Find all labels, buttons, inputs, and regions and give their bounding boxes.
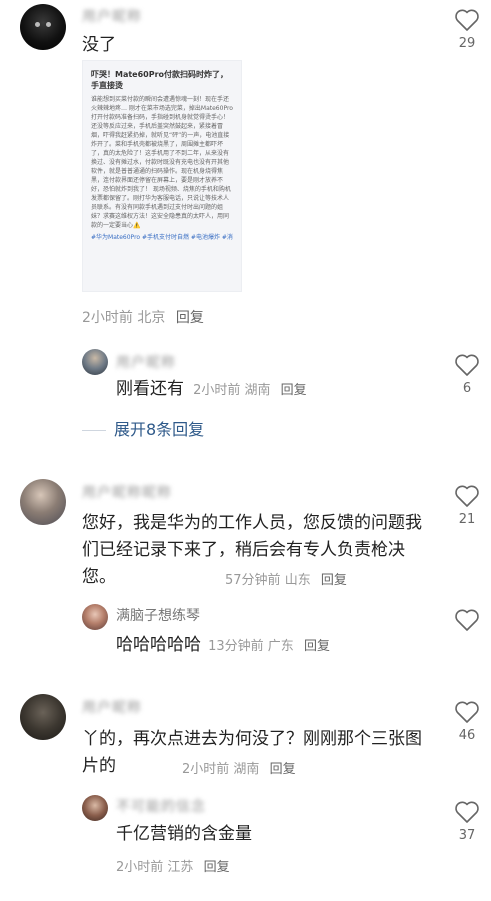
comment-time: 2小时前	[82, 310, 133, 326]
avatar[interactable]	[82, 795, 108, 821]
username[interactable]: 用户昵称	[82, 6, 142, 26]
like-button[interactable]	[452, 608, 482, 632]
like-button[interactable]: 37	[452, 800, 482, 843]
comment-meta: 2小时前 湖南 回复	[182, 758, 296, 777]
reply-time: 2小时前	[193, 383, 241, 398]
heart-icon	[455, 801, 479, 823]
username[interactable]: 用户昵称昵称	[82, 482, 172, 502]
post-body: 谁能想到买菜付款的瞬间会遭遇惊魂一刻！现在手还火辣辣地疼… 刚才在菜市场选完菜，…	[91, 96, 233, 229]
comment-time: 2小时前	[182, 762, 230, 777]
like-count: 21	[458, 512, 476, 527]
reply-button[interactable]: 回复	[270, 762, 296, 777]
heart-icon	[455, 485, 479, 507]
like-button[interactable]: 46	[452, 700, 482, 743]
like-button[interactable]: 6	[452, 353, 482, 396]
reply-button[interactable]: 回复	[321, 573, 347, 588]
reply-button[interactable]: 回复	[176, 310, 204, 326]
post-screenshot-image[interactable]: 吓哭！Mate60Pro付款扫码时炸了，手直接烫 谁能想到买菜付款的瞬间会遭遇惊…	[82, 60, 242, 292]
comment-location: 湖南	[233, 762, 260, 777]
heart-icon	[455, 9, 479, 31]
avatar[interactable]	[20, 694, 66, 740]
post-title: 吓哭！Mate60Pro付款扫码时炸了，手直接烫	[91, 70, 229, 90]
reply-text: 刚看还有	[116, 379, 184, 399]
like-button[interactable]: 29	[452, 8, 482, 51]
like-count: 46	[458, 728, 476, 743]
heart-icon	[455, 609, 479, 631]
comment-text: 没了	[82, 35, 116, 55]
reply-text: 哈哈哈哈哈	[116, 635, 201, 655]
reply-text: 千亿营销的含金量	[116, 824, 252, 844]
reply-time: 2小时前	[116, 860, 164, 875]
reply-time: 13分钟前	[208, 639, 264, 654]
username[interactable]: 用户昵称	[82, 697, 142, 717]
reply-location: 广东	[267, 639, 294, 654]
reply-meta: 2小时前 江苏 回复	[116, 856, 230, 875]
heart-icon	[455, 701, 479, 723]
like-count: 37	[458, 828, 476, 843]
reply-row: 哈哈哈哈哈 13分钟前 广东 回复	[116, 632, 330, 659]
avatar[interactable]	[20, 479, 66, 525]
username[interactable]: 满脑子想练琴	[116, 605, 200, 625]
reply-location: 江苏	[167, 860, 194, 875]
reply-location: 湖南	[244, 383, 271, 398]
reply-button[interactable]: 回复	[281, 383, 307, 398]
comment-location: 北京	[137, 310, 166, 326]
username[interactable]: 不可能的信念	[116, 796, 206, 816]
comment-location: 山东	[284, 573, 311, 588]
post-tags: #华为Mate60Pro #手机支付时自燃 #电池爆炸 #消	[91, 234, 233, 241]
divider	[82, 430, 106, 431]
reply-button[interactable]: 回复	[204, 860, 230, 875]
like-count: 6	[462, 381, 472, 396]
expand-replies-button[interactable]: 展开8条回复	[82, 416, 204, 440]
expand-replies-label: 展开8条回复	[114, 420, 205, 439]
avatar[interactable]	[82, 604, 108, 630]
avatar[interactable]	[20, 4, 66, 50]
like-count: 29	[458, 36, 476, 51]
comment-meta: 57分钟前 山东 回复	[225, 569, 347, 588]
reply-button[interactable]: 回复	[304, 639, 330, 654]
reply-row: 刚看还有 2小时前 湖南 回复	[116, 376, 307, 403]
comment-time: 57分钟前	[225, 573, 281, 588]
comment-meta: 2小时前 北京 回复	[82, 307, 204, 327]
avatar[interactable]	[82, 349, 108, 375]
heart-icon	[455, 354, 479, 376]
username[interactable]: 用户昵称	[116, 352, 176, 372]
like-button[interactable]: 21	[452, 484, 482, 527]
